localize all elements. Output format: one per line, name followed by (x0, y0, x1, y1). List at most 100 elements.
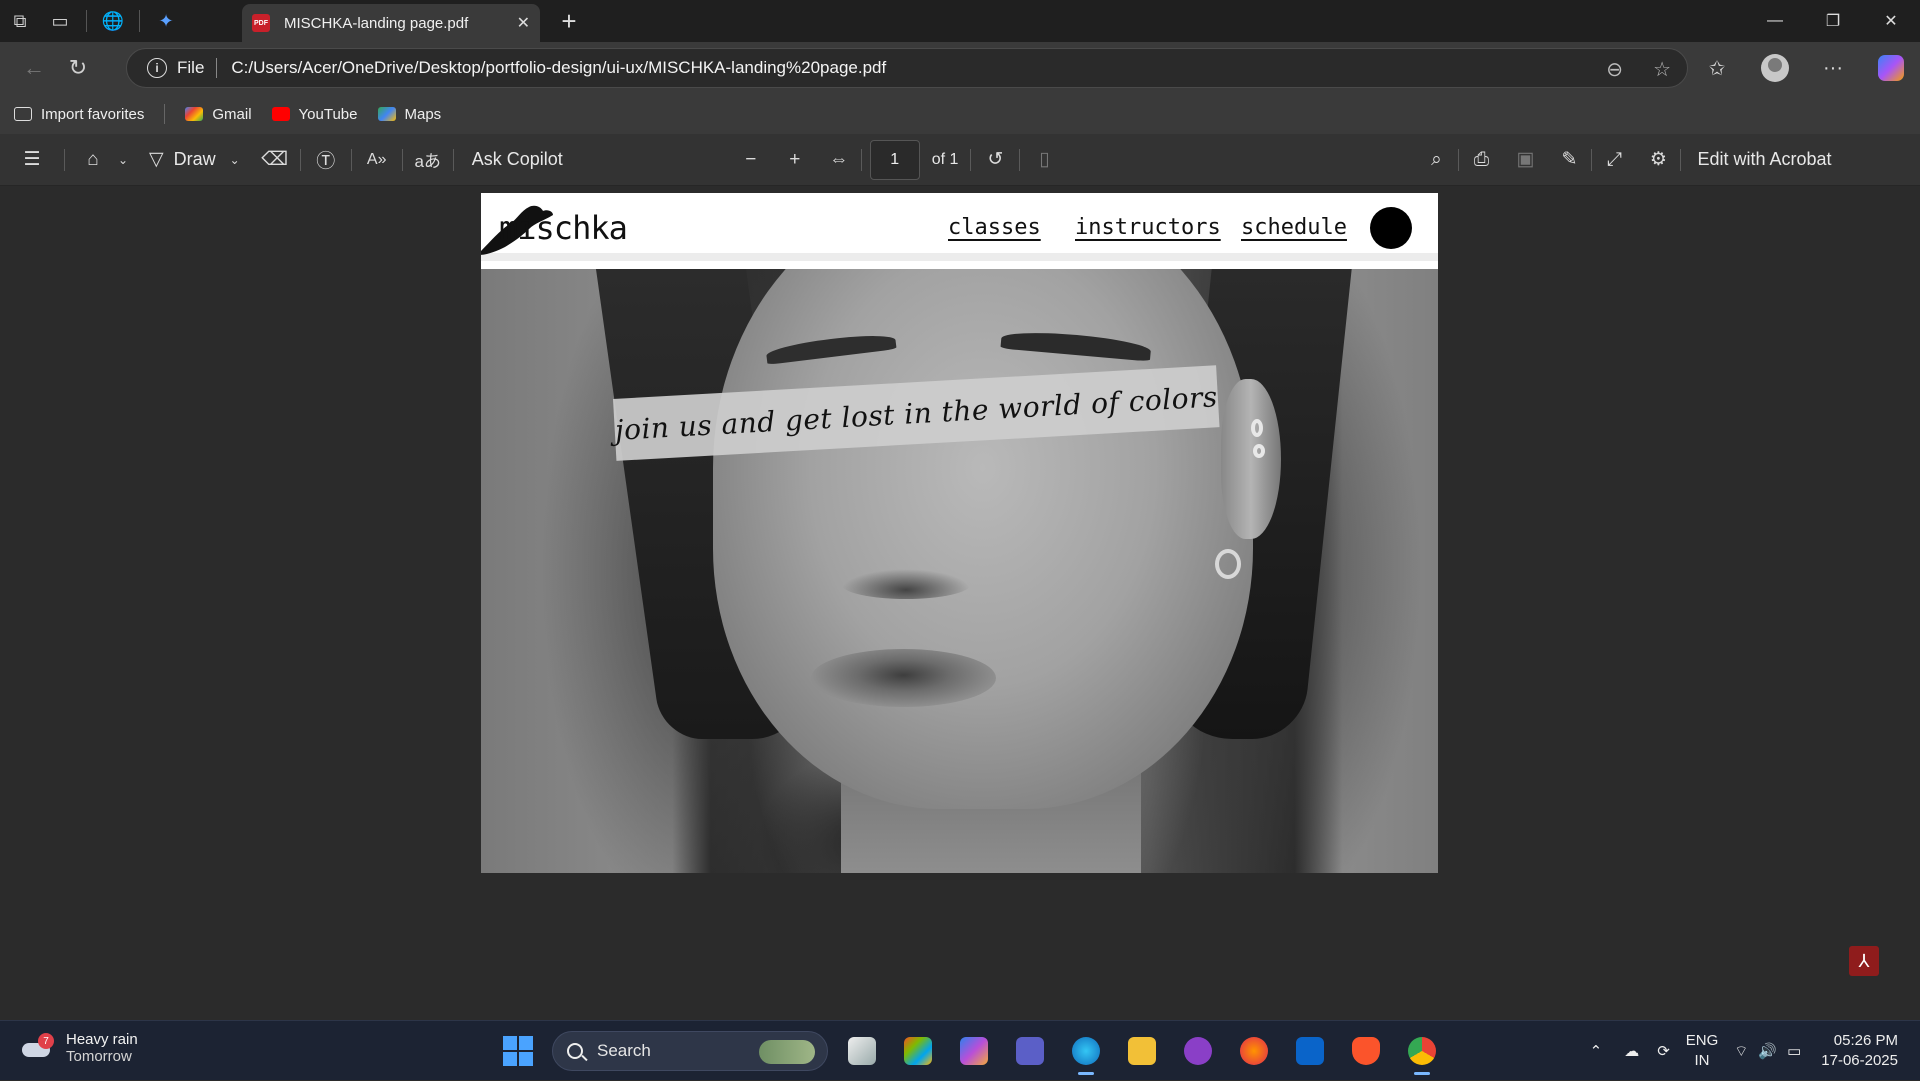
save-icon[interactable]: ▣ (1503, 134, 1547, 186)
weather-widget[interactable]: 7 Heavy rain Tomorrow (22, 1031, 138, 1065)
wifi-icon[interactable]: ⌔ (1734, 1042, 1748, 1061)
save-as-icon[interactable]: ✎ (1547, 134, 1591, 186)
window-controls: — ❐ ✕ (1746, 0, 1920, 42)
language-line1: ENG (1685, 1032, 1719, 1049)
tab-actions-icon[interactable]: ▭ (40, 0, 80, 42)
settings-gear-icon[interactable]: ⚙ (1636, 134, 1680, 186)
black-circle-button (1370, 207, 1412, 249)
new-tab-button[interactable]: + (554, 6, 584, 37)
show-hidden-icons-icon[interactable]: ⌃ (1590, 1042, 1603, 1060)
more-options-icon[interactable]: ··· (1804, 57, 1862, 80)
refresh-icon[interactable]: ↻ (56, 46, 100, 90)
windows-start-button[interactable] (496, 1029, 540, 1073)
brave-icon[interactable] (1344, 1029, 1388, 1073)
globe-icon[interactable]: 🌐 (93, 0, 133, 42)
zoom-icon[interactable]: ⊖ (1606, 57, 1623, 82)
site-header: mischka classes instructors schedule (481, 193, 1438, 261)
restore-button[interactable]: ❐ (1804, 0, 1862, 42)
youtube-icon (271, 107, 290, 121)
acrobat-icon[interactable]: ⅄ (1849, 946, 1879, 976)
task-view-icon[interactable] (840, 1029, 884, 1073)
ask-copilot-button[interactable]: Ask Copilot (472, 134, 563, 186)
avatar (1761, 54, 1789, 82)
text-box-icon[interactable]: Ⓣ (301, 134, 351, 186)
profile-button[interactable] (1746, 54, 1804, 82)
firefox-icon[interactable] (1232, 1029, 1276, 1073)
edit-with-acrobat-button[interactable]: Edit with Acrobat (1697, 134, 1831, 186)
back-arrow-icon[interactable]: ← (12, 46, 56, 90)
tab-active-pdf[interactable]: PDF MISCHKA-landing page.pdf ✕ (242, 4, 540, 42)
highlight-icon[interactable]: ⌂ (73, 134, 113, 186)
rain-cloud-icon: 7 (22, 1033, 56, 1063)
microsoft-store-icon[interactable] (896, 1029, 940, 1073)
browser-actions: ✩ ··· (1688, 42, 1920, 94)
copilot-button[interactable] (1862, 55, 1920, 81)
edge-browser-icon[interactable] (1064, 1029, 1108, 1075)
language-indicator[interactable]: ENG IN (1686, 1031, 1719, 1071)
read-aloud-icon[interactable]: A» (352, 134, 402, 186)
scheme-label: File (177, 58, 205, 77)
teams-icon[interactable] (1008, 1029, 1052, 1073)
divider (452, 148, 454, 171)
nav-link-classes: classes (948, 215, 1041, 240)
favorite-gmail[interactable]: Gmail (185, 105, 252, 123)
nav-link-schedule: schedule (1241, 215, 1347, 240)
favorite-youtube[interactable]: YouTube (271, 106, 358, 123)
copilot-sparkle-icon[interactable]: ✦ (146, 0, 186, 42)
address-bar[interactable]: i File C:/Users/Acer/OneDrive/Desktop/po… (126, 48, 1688, 88)
pdf-canvas[interactable]: mischka classes instructors schedule joi… (0, 186, 1920, 1020)
page-view-icon[interactable]: ▯ (1020, 134, 1068, 186)
favorite-label: Gmail (212, 105, 252, 123)
close-tab-icon[interactable]: ✕ (517, 13, 530, 33)
portrait-lips (811, 649, 996, 707)
divider (86, 10, 87, 32)
print-icon[interactable]: ⎙ (1459, 134, 1503, 186)
taskbar-search-input[interactable]: Search (552, 1031, 828, 1071)
fullscreen-icon[interactable]: ⤢ (1592, 134, 1636, 186)
nav-link-instructors: instructors (1075, 215, 1221, 240)
game-app-icon[interactable] (1176, 1029, 1220, 1073)
onedrive-icon[interactable]: ☁ (1624, 1042, 1639, 1060)
search-icon[interactable]: ⌕ (1414, 134, 1458, 186)
fit-page-icon[interactable]: ⇔ (817, 134, 861, 186)
url-text[interactable]: C:/Users/Acer/OneDrive/Desktop/portfolio… (231, 58, 886, 78)
favorite-star-icon[interactable]: ☆ (1653, 57, 1671, 82)
draw-button[interactable]: ▽ Draw ⌄ (149, 134, 240, 186)
translate-icon[interactable]: aあ (403, 134, 453, 186)
taskbar-apps: Search (496, 1029, 1444, 1075)
divider (216, 58, 218, 78)
battery-icon[interactable]: ▭ (1787, 1042, 1801, 1060)
chrome-icon[interactable] (1400, 1029, 1444, 1075)
address-toolbar: ← ↻ i File C:/Users/Acer/OneDrive/Deskto… (0, 42, 1920, 94)
contents-list-icon[interactable]: ☰ (0, 134, 64, 186)
workspaces-icon[interactable]: ⧉ (0, 0, 40, 42)
favorite-import[interactable]: Import favorites (14, 106, 144, 123)
zoom-out-icon[interactable]: − (729, 134, 773, 186)
page-number-wrap: 1 (869, 134, 920, 186)
divider (164, 104, 166, 124)
copilot-app-icon[interactable] (952, 1029, 996, 1073)
search-icon (567, 1043, 583, 1059)
close-window-button[interactable]: ✕ (1862, 0, 1920, 42)
clock[interactable]: 05:26 PM 17-06-2025 (1821, 1031, 1898, 1071)
favorite-label: Maps (404, 105, 442, 123)
windows-taskbar: 7 Heavy rain Tomorrow Search ⌃ ☁ ⟳ ENG I (0, 1020, 1920, 1080)
search-label: Search (597, 1041, 651, 1060)
site-info-icon[interactable]: i (147, 58, 167, 78)
sync-icon[interactable]: ⟳ (1657, 1042, 1670, 1060)
favorites-icon[interactable]: ✩ (1688, 56, 1746, 81)
volume-icon[interactable]: 🔊 (1758, 1042, 1777, 1060)
outlook-icon[interactable] (1288, 1029, 1332, 1073)
eraser-icon[interactable]: ⌫ (250, 134, 300, 186)
favorite-maps[interactable]: Maps (377, 105, 442, 123)
file-explorer-icon[interactable] (1120, 1029, 1164, 1073)
divider (64, 148, 65, 171)
earring-hoop (1215, 549, 1241, 579)
rotate-icon[interactable]: ↺ (971, 134, 1019, 186)
favorite-label: Import favorites (41, 105, 145, 123)
page-number-input[interactable]: 1 (869, 139, 920, 180)
minimize-button[interactable]: — (1746, 0, 1804, 42)
chevron-down-icon[interactable]: ⌄ (113, 134, 133, 186)
zoom-in-icon[interactable]: + (773, 134, 817, 186)
site-logo: mischka (499, 209, 628, 247)
